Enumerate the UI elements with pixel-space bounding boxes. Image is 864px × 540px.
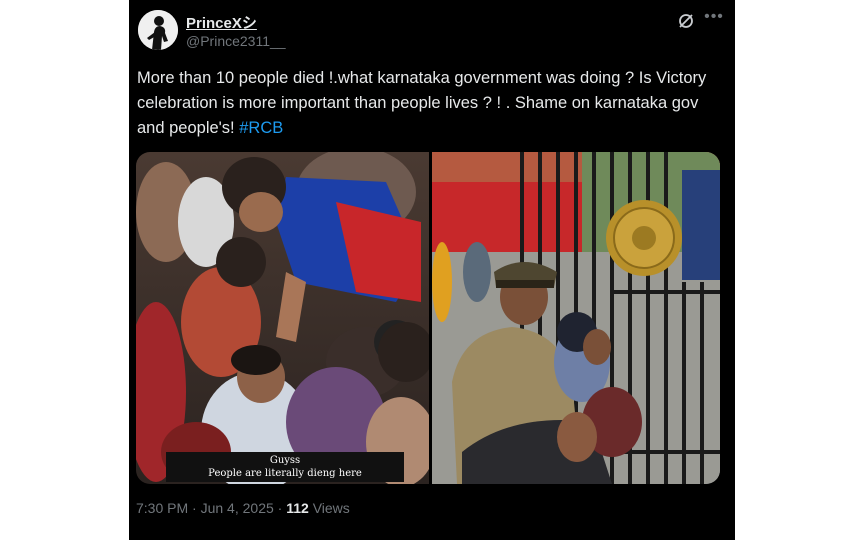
- views-label: Views: [308, 500, 350, 516]
- views-count: 112: [286, 500, 309, 516]
- post-body: More than 10 people died !.what karnatak…: [137, 69, 707, 137]
- media-photo-crowd[interactable]: Guyss People are literally dieng here: [136, 152, 429, 484]
- post-text: More than 10 people died !.what karnatak…: [137, 66, 727, 141]
- tweet-card[interactable]: PrinceXシ @Prince2311__ ••• More than 10 …: [129, 0, 735, 540]
- post-time[interactable]: 7:30 PM: [136, 500, 188, 516]
- caption-line-1: Guyss: [269, 455, 301, 466]
- author-display-name[interactable]: PrinceXシ: [186, 12, 257, 33]
- grok-icon[interactable]: [677, 12, 695, 30]
- author-handle[interactable]: @Prince2311__: [186, 33, 286, 49]
- post-date[interactable]: Jun 4, 2025: [201, 500, 274, 516]
- caption-line-2: People are literally dieng here: [208, 468, 362, 479]
- post-media[interactable]: Guyss People are literally dieng here: [136, 152, 720, 484]
- more-options-icon[interactable]: •••: [703, 8, 725, 28]
- avatar[interactable]: [138, 10, 178, 50]
- media-photo-gate[interactable]: [432, 152, 720, 484]
- post-meta: 7:30 PM · Jun 4, 2025 · 112 Views: [136, 500, 350, 516]
- meta-separator: ·: [188, 500, 201, 516]
- hashtag-link[interactable]: #RCB: [239, 119, 283, 137]
- meta-separator: ·: [273, 500, 287, 516]
- media-caption: Guyss People are literally dieng here: [166, 452, 404, 482]
